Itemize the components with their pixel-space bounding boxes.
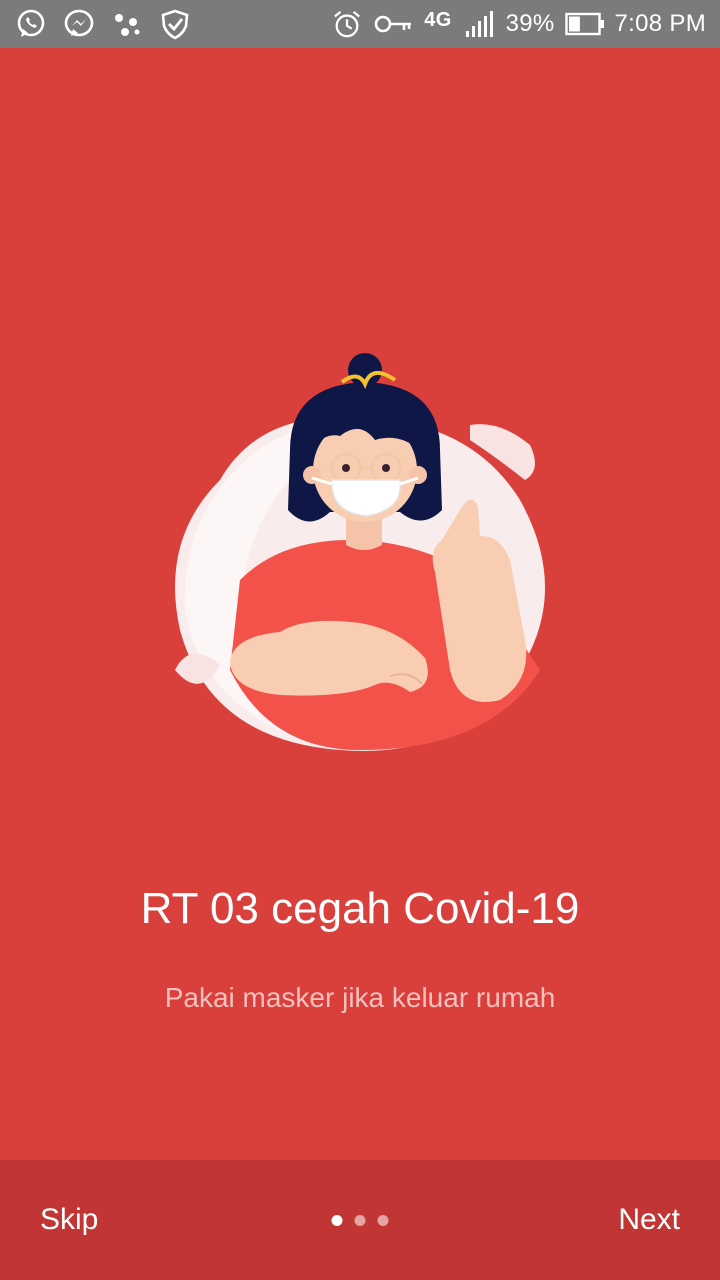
onboarding-illustration [160,340,560,770]
next-button[interactable]: Next [618,1203,680,1237]
app-dots-icon [110,7,144,41]
page-dot-1 [331,1214,343,1226]
page-subtitle: Pakai masker jika keluar rumah [164,982,556,1013]
page-title: RT 03 cegah Covid-19 [140,884,580,933]
battery-fill [568,16,580,32]
clock: 7:08 PM [614,10,706,37]
page-dot-3 [377,1214,389,1226]
whatsapp-icon [14,7,48,41]
messenger-icon [62,7,96,41]
onboarding-nav-bar: Skip Next [0,1160,720,1280]
battery-icon [564,7,605,41]
alarm-icon [330,7,364,41]
notification-icons [14,7,192,41]
skip-button[interactable]: Skip [40,1203,98,1237]
key-icon [374,7,414,41]
signal-icon [462,7,496,41]
network-type: 4G [424,9,452,31]
shield-check-icon [158,7,192,41]
battery-percent: 39% [505,10,555,37]
system-status: 4G 39% 7:08 PM [330,7,706,41]
status-bar: 4G 39% 7:08 PM [0,0,720,48]
page-indicator [331,1214,389,1226]
page-dot-2 [354,1214,366,1226]
